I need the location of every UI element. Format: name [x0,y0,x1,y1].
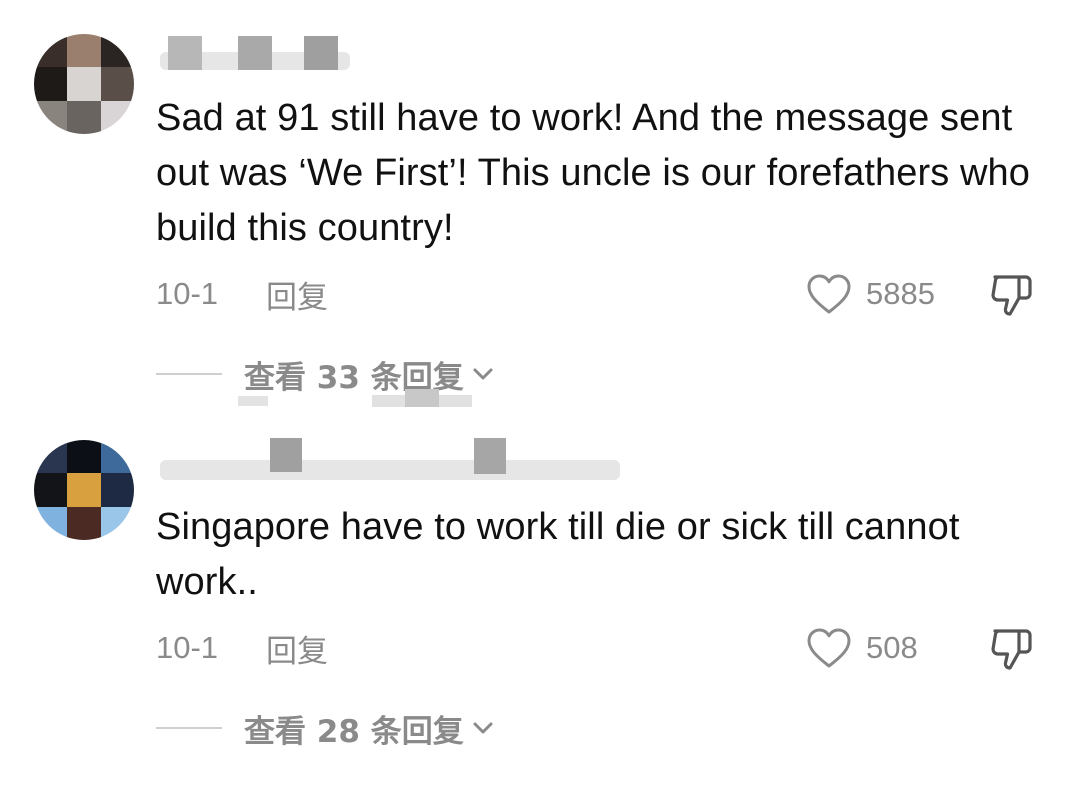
comment-date: 10-1 [156,630,219,665]
dislike-button[interactable] [988,625,1036,671]
username-redacted[interactable] [158,34,358,74]
reply-button[interactable]: 回复 [266,272,328,317]
thumbs-down-icon [991,629,1032,670]
username-pixel-block [304,36,338,70]
reaction-group: 508 [806,625,1036,671]
replies-divider-line [156,727,222,729]
thumbs-down-icon [991,275,1032,316]
username-pixel-block [270,438,302,472]
username-pixel-block [474,438,506,474]
like-count: 508 [866,630,918,665]
redaction-blur [238,396,268,406]
chevron-down-icon [473,722,493,734]
like-button[interactable]: 5885 [806,273,946,315]
reply-button[interactable]: 回复 [266,626,328,671]
like-count: 5885 [866,276,935,311]
comment-text: Singapore have to work till die or sick … [156,506,960,603]
comment-date: 10-1 [156,276,219,311]
redaction-blur [405,389,439,407]
view-replies-label: 查看 28 条回复 [244,713,464,750]
heart-outline-icon [807,628,851,668]
view-replies-button[interactable]: 查看 33 条回复 [156,352,496,396]
comment-meta: 10-1 回复 5885 [156,272,1036,316]
pixelated-avatar-icon [34,440,134,540]
username-blur [160,460,620,480]
avatar[interactable] [34,440,134,540]
comment-meta: 10-1 回复 508 [156,626,1036,670]
username-pixel-block [168,36,202,70]
username-redacted[interactable] [158,438,628,480]
like-button[interactable]: 508 [806,627,946,669]
username-pixel-block [238,36,272,70]
comment-text: Sad at 91 still have to work! And the me… [156,97,1031,249]
comment-list: Sad at 91 still have to work! And the me… [0,0,1080,785]
dislike-button[interactable] [988,271,1036,317]
pixelated-avatar-icon [34,34,134,134]
heart-outline-icon [807,274,851,314]
avatar[interactable] [34,34,134,134]
reaction-group: 5885 [806,271,1036,317]
view-replies-button[interactable]: 查看 28 条回复 [156,706,496,750]
chevron-down-icon [473,368,493,380]
replies-divider-line [156,373,222,375]
